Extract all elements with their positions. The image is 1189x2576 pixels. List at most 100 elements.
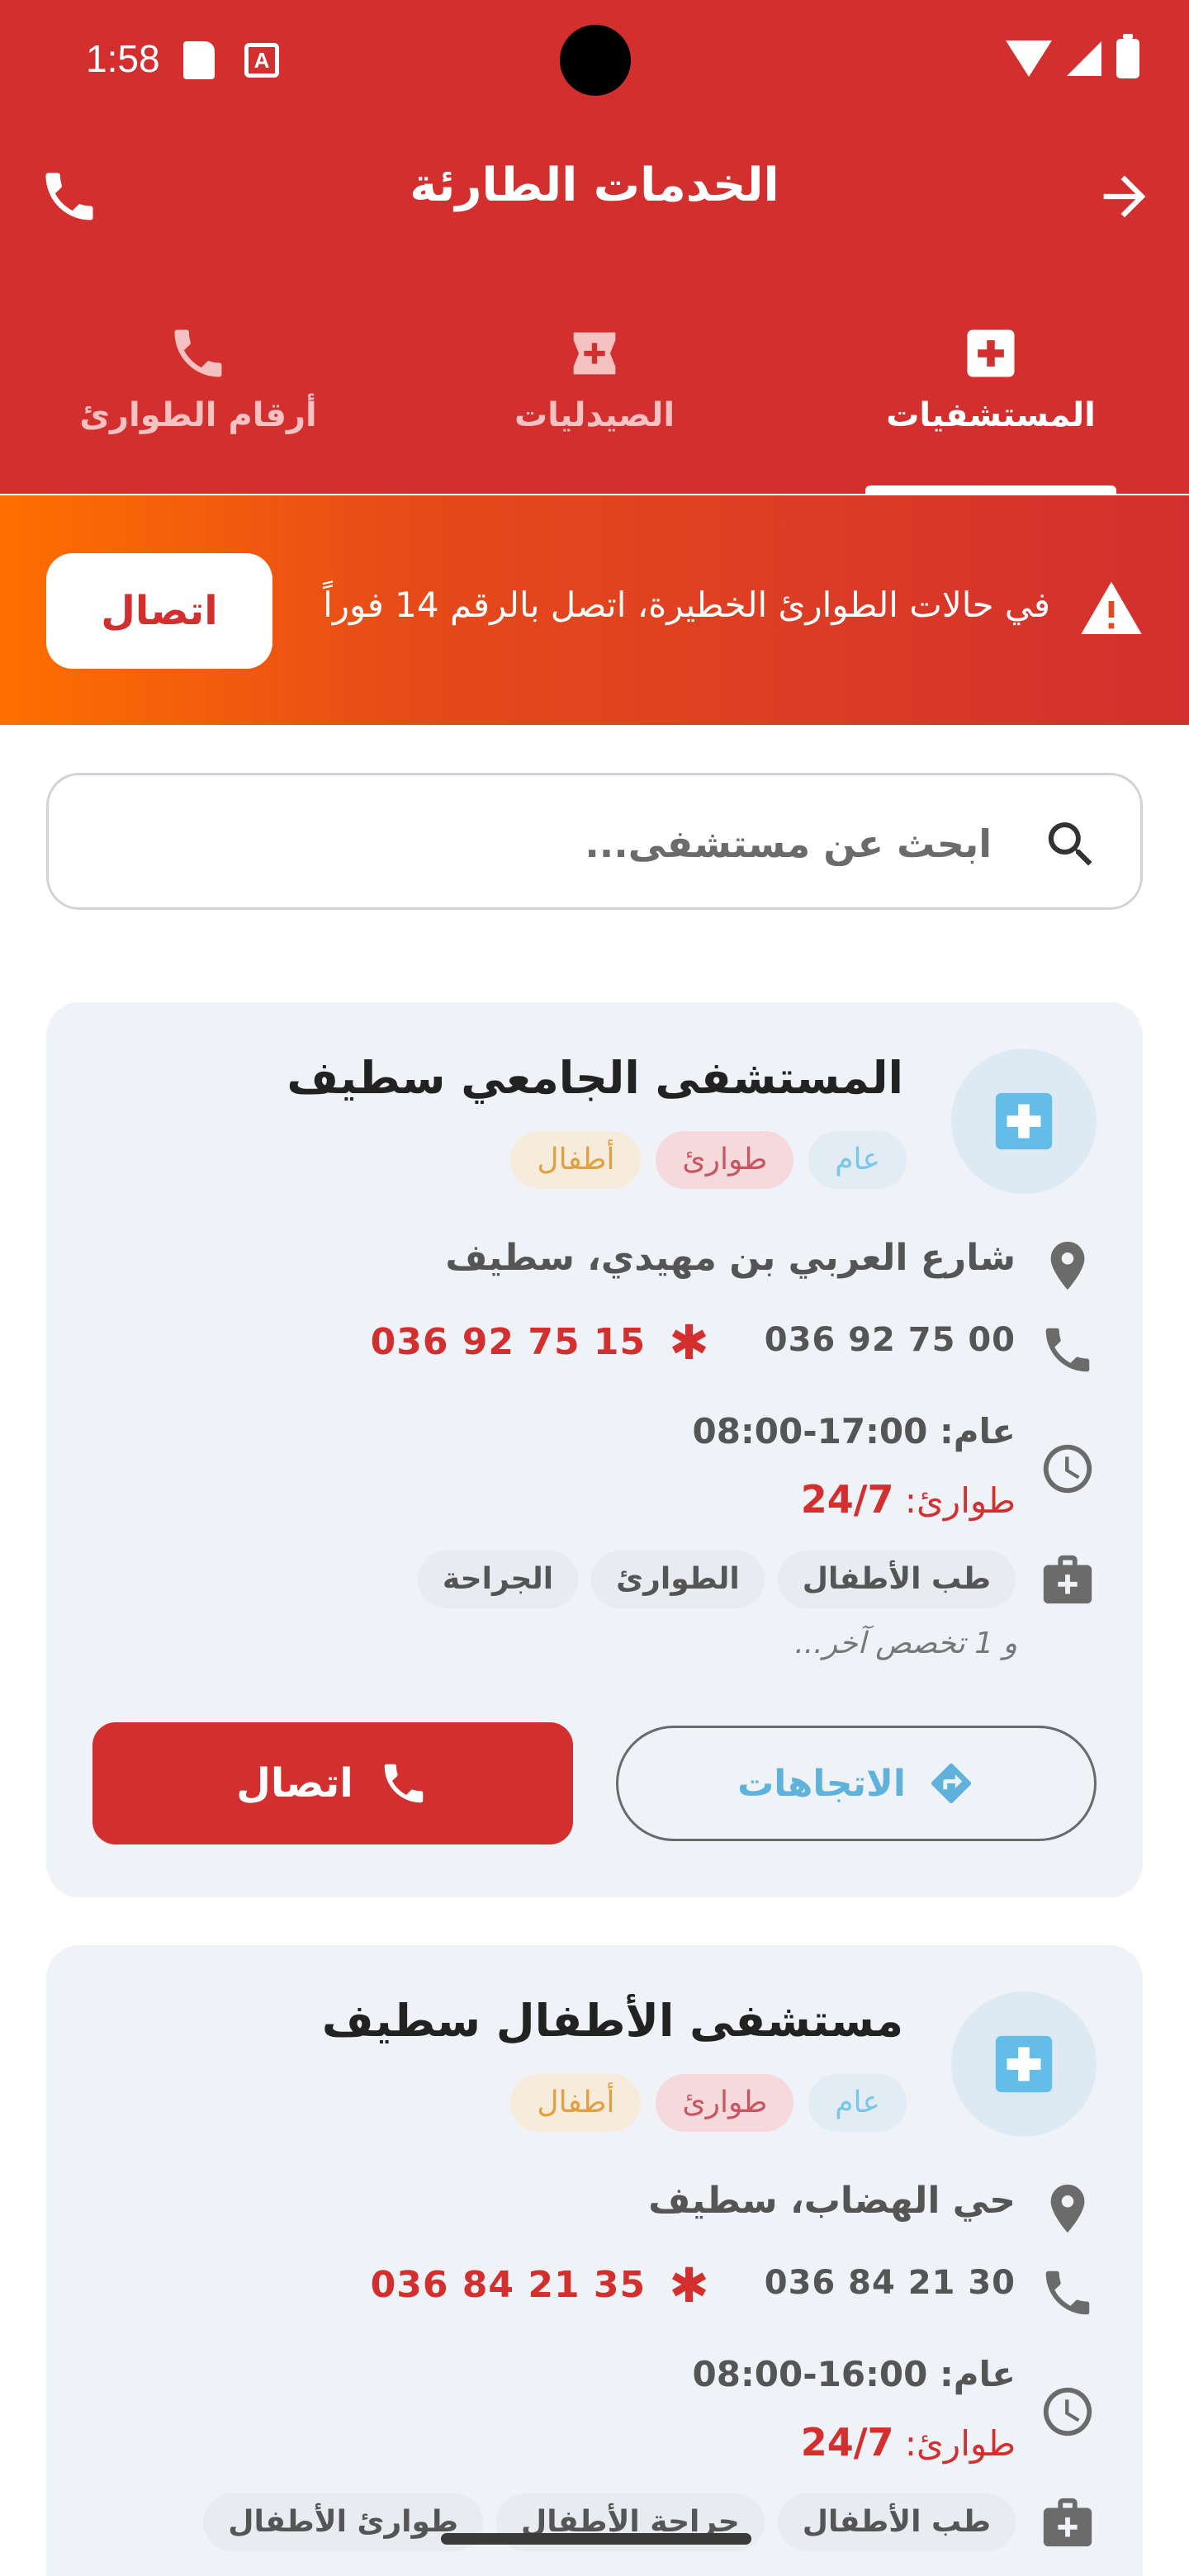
search-input[interactable] <box>100 808 992 879</box>
phone-row: 036 92 75 00 036 92 75 15 ✱ <box>370 1314 1097 1379</box>
status-bar: 1:58 A <box>0 0 1189 116</box>
tab-label: أرقام الطوارئ <box>79 396 317 434</box>
hospital-badge <box>951 1049 1097 1194</box>
hospital-icon <box>995 1092 1053 1150</box>
hospital-name: المستشفى الجامعي سطيف <box>287 1052 903 1104</box>
page-title: الخدمات الطارئة <box>410 159 779 212</box>
address-row: حي الهضاب، سطيف <box>648 2180 1097 2237</box>
banner-text: في حالات الطوارئ الخطيرة، اتصل بالرقم 14… <box>323 585 1050 625</box>
location-pin-icon <box>1039 1237 1097 1295</box>
hospital-icon <box>995 2035 1053 2093</box>
sd-card-icon <box>183 41 215 79</box>
hours-general-value: 08:00-17:00 <box>692 1411 928 1451</box>
hours-emergency-label: طوارئ: <box>904 1480 1016 1521</box>
clock-icon <box>1039 2383 1097 2441</box>
hours-emergency-value: 24/7 <box>800 1477 894 1522</box>
hospital-badge <box>951 1991 1097 2137</box>
chip-general: عام <box>808 2074 907 2132</box>
status-time: 1:58 <box>86 37 160 80</box>
phone-icon <box>384 1764 423 1803</box>
hospital-type-chips: عام طوارئ أطفال <box>510 2074 907 2132</box>
hours-emergency-value: 24/7 <box>800 2420 894 2465</box>
keyboard-a-icon: A <box>244 43 279 78</box>
phone-icon <box>167 322 230 385</box>
search-icon <box>1048 822 1092 866</box>
directions-label: الاتجاهات <box>737 1762 906 1805</box>
arrow-right-icon <box>1103 175 1146 218</box>
chip-general: عام <box>808 1131 907 1189</box>
specialty-tag: طب الأطفال <box>777 1551 1016 1608</box>
search-box <box>46 773 1143 910</box>
hospital-card[interactable]: المستشفى الجامعي سطيف عام طوارئ أطفال شا… <box>46 1002 1143 1897</box>
status-icons <box>1006 34 1139 81</box>
tab-label: الصيدليات <box>514 396 675 434</box>
tab-bar: المستشفيات الصيدليات أرقام الطوارئ <box>0 314 1189 494</box>
directions-button[interactable]: الاتجاهات <box>616 1726 1097 1841</box>
hospital-address: حي الهضاب، سطيف <box>648 2180 1016 2222</box>
hospital-phone[interactable]: 036 84 21 30 <box>765 2264 1016 2302</box>
hours-general-label: عام: <box>939 1411 1016 1451</box>
tab-indicator <box>865 485 1116 494</box>
hospital-address: شارع العربي بن مهيدي، سطيف <box>445 1237 1016 1279</box>
battery-icon <box>1116 34 1139 78</box>
chip-emergency: طوارئ <box>656 1131 794 1189</box>
camera-cutout <box>560 25 631 96</box>
medical-bag-icon <box>1039 1551 1097 1608</box>
hours-row: عام: 08:00-16:00 طوارئ: 24/7 <box>693 2340 1097 2475</box>
chip-emergency: طوارئ <box>656 2074 794 2132</box>
emergency-phone[interactable]: 036 84 21 35 ✱ <box>370 2256 710 2313</box>
emergency-phone-number: 036 92 75 15 <box>370 1321 647 1363</box>
tab-pharmacies[interactable]: الصيدليات <box>396 314 793 494</box>
banner-call-button[interactable]: اتصال <box>46 553 272 669</box>
opening-hours: عام: 08:00-16:00 طوارئ: 24/7 <box>693 2340 1016 2475</box>
chip-children: أطفال <box>510 2074 642 2132</box>
hours-general-label: عام: <box>939 2354 1016 2394</box>
app-bar: الخدمات الطارئة <box>0 140 1189 248</box>
specialty-tag: طوارئ الأطفال <box>203 2493 483 2551</box>
hours-general: عام: 08:00-17:00 <box>693 1397 1016 1466</box>
hours-general-value: 08:00-16:00 <box>692 2354 928 2394</box>
emergency-phone[interactable]: 036 92 75 15 ✱ <box>370 1314 710 1371</box>
specialty-tag: طب الأطفال <box>777 2493 1016 2551</box>
directions-icon <box>931 1763 972 1804</box>
tab-emergency-numbers[interactable]: أرقام الطوارئ <box>0 314 396 494</box>
phone-icon <box>1039 2264 1097 2322</box>
signal-icon <box>1067 41 1101 76</box>
chip-children: أطفال <box>510 1131 642 1189</box>
hours-row: عام: 08:00-17:00 طوارئ: 24/7 <box>693 1397 1097 1532</box>
tab-hospitals[interactable]: المستشفيات <box>793 314 1189 494</box>
location-pin-icon <box>1039 2180 1097 2237</box>
clock-icon <box>1039 1440 1097 1498</box>
opening-hours: عام: 08:00-17:00 طوارئ: 24/7 <box>693 1397 1016 1532</box>
hours-emergency-label: طوارئ: <box>904 2423 1016 2464</box>
warning-icon <box>1081 581 1142 634</box>
emergency-phone-number: 036 84 21 35 <box>370 2264 647 2306</box>
hospital-phone[interactable]: 036 92 75 00 <box>765 1321 1016 1359</box>
emergency-banner: في حالات الطوارئ الخطيرة، اتصل بالرقم 14… <box>0 495 1189 725</box>
medical-bag-icon <box>1039 2493 1097 2551</box>
back-button[interactable] <box>1085 157 1164 236</box>
hours-emergency: طوارئ: 24/7 <box>801 1466 1016 1532</box>
asterisk-icon: ✱ <box>669 2256 710 2313</box>
specialty-tag: الجراحة <box>417 1551 579 1608</box>
hours-general: عام: 08:00-16:00 <box>693 2340 1016 2409</box>
asterisk-icon: ✱ <box>669 1314 710 1371</box>
hospital-card[interactable]: مستشفى الأطفال سطيف عام طوارئ أطفال حي ا… <box>46 1945 1143 2576</box>
specialty-tag: الطوارئ <box>591 1551 765 1608</box>
phone-row: 036 84 21 30 036 84 21 35 ✱ <box>370 2256 1097 2322</box>
hospital-type-chips: عام طوارئ أطفال <box>510 1131 907 1189</box>
pharmacy-icon <box>563 322 626 385</box>
hospital-icon <box>959 322 1022 385</box>
specialties-row: طب الأطفال الطوارئ الجراحة <box>417 1551 1097 1608</box>
hospital-name: مستشفى الأطفال سطيف <box>321 1995 903 2047</box>
address-row: شارع العربي بن مهيدي، سطيف <box>445 1237 1097 1295</box>
tab-label: المستشفيات <box>886 396 1096 434</box>
home-indicator[interactable] <box>441 2533 751 2545</box>
more-specialties: و 1 تخصص آخر... <box>794 1627 1017 1660</box>
specialty-tags: طب الأطفال الطوارئ الجراحة <box>417 1551 1016 1608</box>
call-label: اتصال <box>236 1760 353 1807</box>
phone-icon <box>1039 1321 1097 1379</box>
wifi-icon <box>1006 40 1052 77</box>
call-button[interactable]: اتصال <box>92 1722 573 1844</box>
hours-emergency: طوارئ: 24/7 <box>801 2409 1016 2475</box>
